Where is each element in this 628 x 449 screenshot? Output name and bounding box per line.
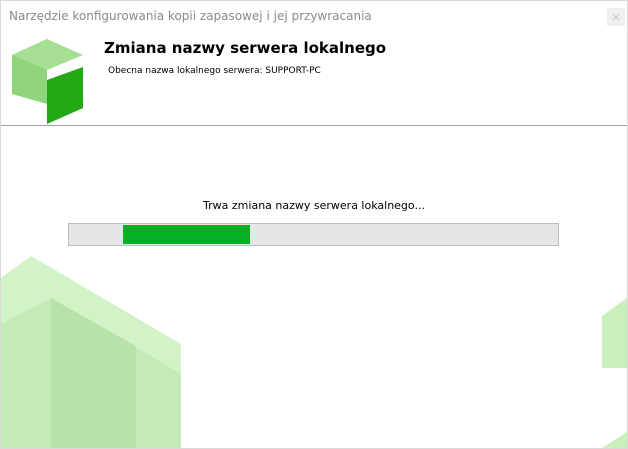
page-title: Zmiana nazwy serwera lokalnego bbox=[104, 39, 387, 57]
wizard-header: Zmiana nazwy serwera lokalnego Obecna na… bbox=[1, 32, 627, 126]
content-area: Trwa zmiana nazwy serwera lokalnego... bbox=[1, 126, 627, 448]
progress-bar-fill bbox=[123, 225, 250, 244]
progress-bar bbox=[68, 223, 559, 246]
close-button[interactable]: × bbox=[607, 8, 625, 26]
status-message: Trwa zmiana nazwy serwera lokalnego... bbox=[203, 199, 425, 212]
window-title: Narzędzie konfigurowania kopii zapasowej… bbox=[9, 9, 372, 23]
title-bar[interactable]: Narzędzie konfigurowania kopii zapasowej… bbox=[1, 1, 627, 32]
app-logo bbox=[12, 39, 83, 124]
logo-right-face bbox=[47, 67, 83, 124]
current-server-name: Obecna nazwa lokalnego serwera: SUPPORT-… bbox=[108, 66, 321, 76]
dialog-window: Narzędzie konfigurowania kopii zapasowej… bbox=[0, 0, 628, 449]
background-decoration bbox=[1, 256, 627, 448]
close-icon: × bbox=[610, 10, 622, 24]
